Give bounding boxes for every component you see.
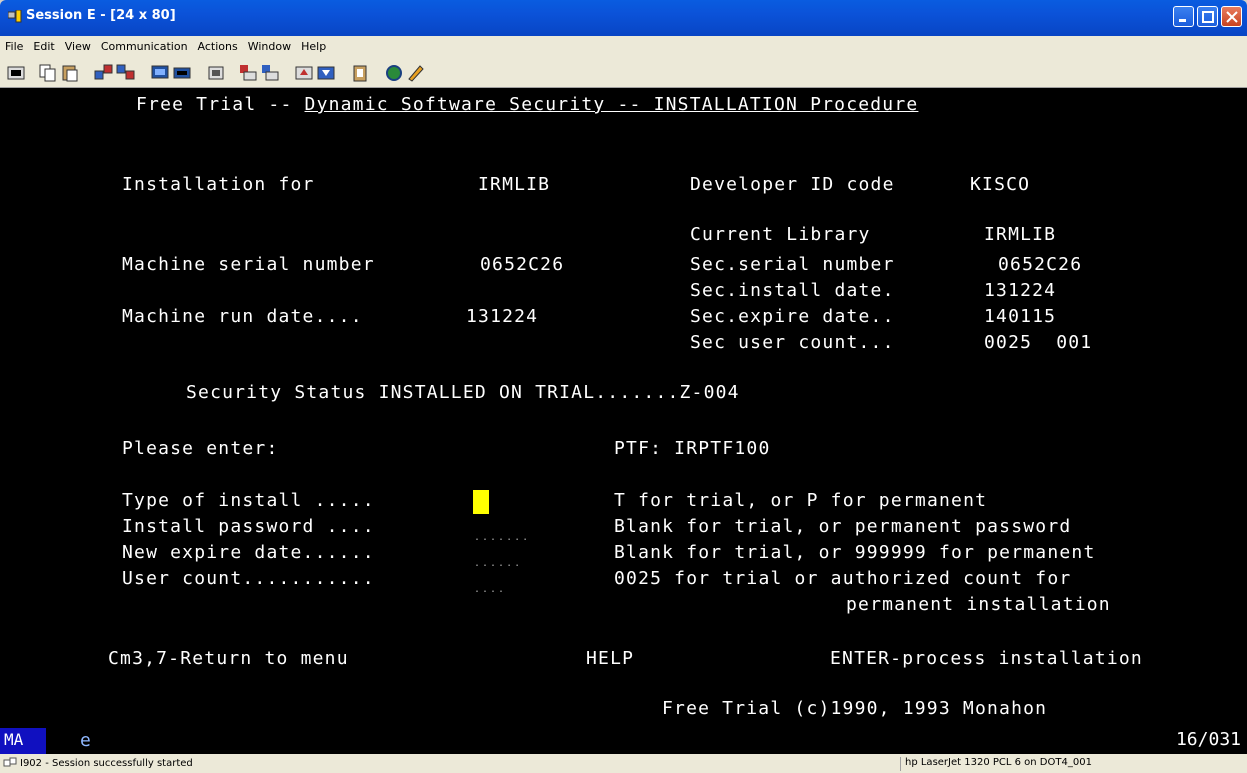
heading-prefix: Free Trial -- <box>136 94 305 115</box>
user-count-hint-continued: permanent installation <box>846 594 1111 615</box>
display-icon[interactable] <box>150 63 170 83</box>
clipboard-icon[interactable] <box>350 63 370 83</box>
menu-file[interactable]: File <box>0 36 28 53</box>
user-count-input[interactable]: .... <box>474 584 506 595</box>
globe-icon[interactable] <box>384 63 404 83</box>
status-bar: I902 - Session successfully started hp L… <box>0 754 1247 773</box>
terminal-screen[interactable]: Free Trial -- Dynamic Software Security … <box>0 88 1247 728</box>
receive-file-icon[interactable] <box>116 63 136 83</box>
machine-run-value: 131224 <box>466 306 539 327</box>
menu-communication[interactable]: Communication <box>96 36 193 53</box>
type-of-install-label: Type of install ..... <box>122 490 375 511</box>
machine-run-label: Machine run date.... <box>122 306 363 327</box>
fkey-help[interactable]: HELP <box>586 648 634 669</box>
new-expire-date-input[interactable]: ...... <box>474 558 522 569</box>
maximize-icon <box>1202 11 1214 23</box>
print-screen-icon[interactable] <box>6 63 26 83</box>
operator-info-area: MA e 16/031 <box>0 728 1247 754</box>
keyboard-icon[interactable] <box>172 63 192 83</box>
sec-expire-value: 140115 <box>984 306 1057 327</box>
toolbar <box>0 58 1247 88</box>
paste-icon[interactable] <box>60 63 80 83</box>
menu-bar: File Edit View Communication Actions Window He… <box>0 36 1247 58</box>
copy-icon[interactable] <box>38 63 58 83</box>
developer-id-label: Developer ID code <box>690 174 895 195</box>
sec-serial-value: 0652C26 <box>998 254 1083 275</box>
record-macro-icon[interactable] <box>238 63 258 83</box>
edit-icon[interactable] <box>406 63 426 83</box>
menu-actions[interactable]: Actions <box>193 36 243 53</box>
minimize-button[interactable] <box>1173 6 1194 27</box>
developer-id-value: KISCO <box>970 174 1031 195</box>
transfer-up-icon[interactable] <box>294 63 314 83</box>
window-title: Session E - [24 x 80] <box>26 8 176 23</box>
screen-heading: Free Trial -- Dynamic Software Security … <box>136 94 918 115</box>
type-of-install-input[interactable] <box>473 490 489 514</box>
title-bar[interactable]: Session E - [24 x 80] <box>0 0 1247 36</box>
fkey-return-to-menu[interactable]: Cm3,7-Return to menu <box>108 648 349 669</box>
minimize-icon <box>1179 19 1186 22</box>
menu-window[interactable]: Window <box>243 36 296 53</box>
machine-serial-value: 0652C26 <box>480 254 565 275</box>
copyright-text: Free Trial (c)1990, 1993 Monahon <box>662 698 1048 719</box>
oia-indicator: e <box>80 730 91 751</box>
sec-user-count-label: Sec user count... <box>690 332 895 353</box>
user-count-label: User count........... <box>122 568 375 589</box>
machine-serial-label: Machine serial number <box>122 254 375 275</box>
please-enter-label: Please enter: <box>122 438 279 459</box>
type-of-install-hint: T for trial, or P for permanent <box>614 490 988 511</box>
fkey-enter-process[interactable]: ENTER-process installation <box>830 648 1143 669</box>
menu-edit[interactable]: Edit <box>28 36 59 53</box>
menu-help[interactable]: Help <box>296 36 331 53</box>
status-message: I902 - Session successfully started <box>20 758 193 769</box>
play-macro-icon[interactable] <box>260 63 280 83</box>
new-expire-date-label: New expire date...... <box>122 542 375 563</box>
sec-install-label: Sec.install date. <box>690 280 895 301</box>
current-library-value: IRMLIB <box>984 224 1057 245</box>
printer-status: hp LaserJet 1320 PCL 6 on DOT4_001 <box>900 757 1218 771</box>
install-password-hint: Blank for trial, or permanent password <box>614 516 1072 537</box>
installation-for-value: IRMLIB <box>478 174 551 195</box>
sec-install-value: 131224 <box>984 280 1057 301</box>
heading-title: Dynamic Software Security -- INSTALLATIO… <box>304 94 919 115</box>
macro-icon[interactable] <box>206 63 226 83</box>
sec-expire-label: Sec.expire date.. <box>690 306 895 327</box>
transfer-down-icon[interactable] <box>316 63 336 83</box>
send-file-icon[interactable] <box>94 63 114 83</box>
sec-serial-label: Sec.serial number <box>690 254 895 275</box>
install-password-label: Install password .... <box>122 516 375 537</box>
close-button[interactable] <box>1221 6 1242 27</box>
session-app-icon <box>8 10 22 23</box>
ptf-label: PTF: IRPTF100 <box>614 438 771 459</box>
connection-icon <box>3 757 17 767</box>
install-password-input[interactable]: ....... <box>474 532 530 543</box>
cursor-position: 16/031 <box>1175 729 1241 750</box>
close-icon <box>1226 11 1238 23</box>
new-expire-date-hint: Blank for trial, or 999999 for permanent <box>614 542 1096 563</box>
session-mode-indicator: MA <box>0 728 46 754</box>
sec-user-count-value: 0025 001 <box>984 332 1093 353</box>
user-count-hint: 0025 for trial or authorized count for <box>614 568 1072 589</box>
maximize-button[interactable] <box>1197 6 1218 27</box>
menu-view[interactable]: View <box>60 36 96 53</box>
security-status: Security Status INSTALLED ON TRIAL......… <box>186 382 740 403</box>
installation-for-label: Installation for <box>122 174 315 195</box>
current-library-label: Current Library <box>690 224 871 245</box>
